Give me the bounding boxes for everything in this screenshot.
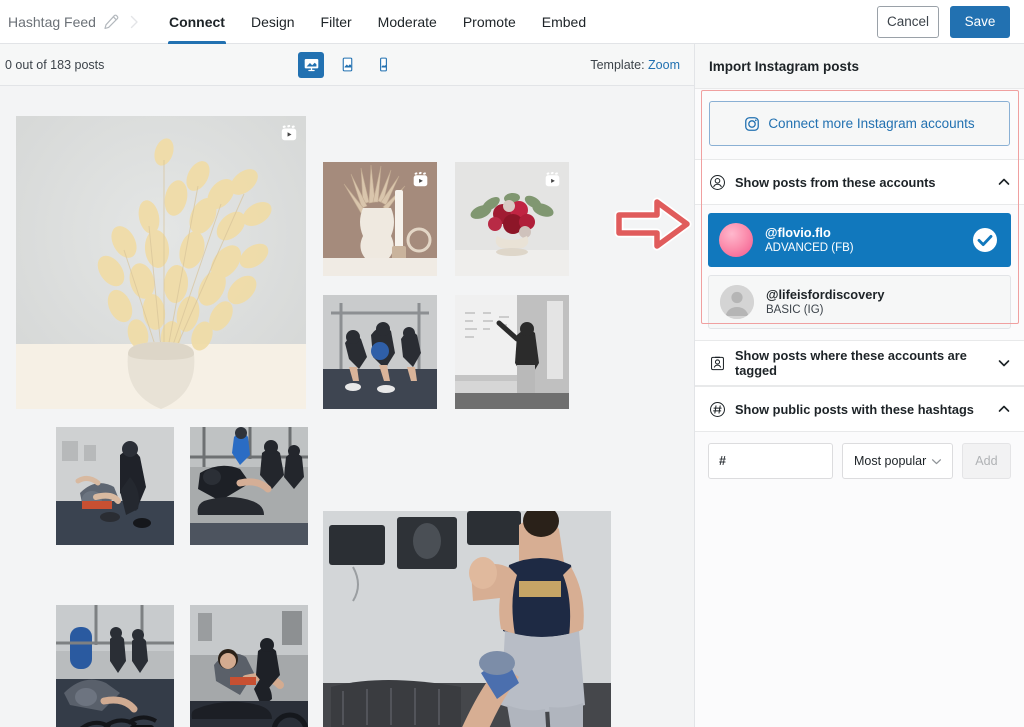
hashtag-input[interactable]	[708, 443, 833, 479]
tagged-badge-icon	[709, 355, 726, 372]
accounts-list: @flovio.flo ADVANCED (FB) @lifeisfordisc…	[695, 205, 1024, 340]
section-title-accounts: Show posts from these accounts	[735, 174, 936, 190]
feed-post-red-rose-bouquet[interactable]	[455, 162, 569, 276]
app-header: Hashtag Feed Connect Design Filter Moder…	[0, 0, 1024, 44]
template-link[interactable]: Zoom	[648, 58, 680, 72]
tab-filter[interactable]: Filter	[308, 0, 365, 44]
connect-more-instagram-accounts-button[interactable]: Connect more Instagram accounts	[709, 101, 1010, 146]
red-right-arrow-icon	[613, 193, 693, 255]
template-label: Template:	[590, 57, 645, 72]
feed-post-dried-flowers-vase[interactable]	[16, 116, 306, 409]
connect-accounts-zone: Connect more Instagram accounts	[695, 89, 1024, 159]
import-instagram-panel: Import Instagram posts Connect more Inst…	[694, 44, 1024, 727]
section-title-tagged: Show posts where these accounts are tagg…	[735, 348, 967, 378]
user-circle-icon	[709, 174, 726, 191]
default-person-avatar	[720, 285, 754, 319]
account-info: @lifeisfordiscovery BASIC (IG)	[766, 286, 997, 319]
feed-post-baylife-thumbs-up[interactable]	[323, 511, 611, 727]
reels-icon	[410, 169, 430, 189]
account-item-lifeisfordiscovery[interactable]: @lifeisfordiscovery BASIC (IG)	[708, 275, 1011, 329]
pink-gradient-avatar	[719, 223, 753, 257]
feed-post-palm-leaf-candle[interactable]	[323, 162, 437, 276]
chevron-up-icon[interactable]	[997, 402, 1011, 416]
tab-embed[interactable]: Embed	[529, 0, 599, 44]
feed-post-gym-bench-lineup[interactable]	[56, 605, 174, 727]
account-item-flovio[interactable]: @flovio.flo ADVANCED (FB)	[708, 213, 1011, 267]
hashtag-sort-select[interactable]: Most popular	[842, 443, 953, 479]
settings-tabs: Connect Design Filter Moderate Promote E…	[156, 0, 599, 44]
save-button[interactable]: Save	[950, 5, 1010, 38]
post-count-label: 0 out of 183 posts	[5, 57, 105, 72]
section-header-accounts[interactable]: Show posts from these accounts	[695, 160, 1024, 204]
section-show-posts-from-accounts: Show posts from these accounts	[695, 159, 1024, 205]
feed-preview-area	[0, 86, 694, 727]
reels-icon	[542, 169, 562, 189]
section-show-public-hashtags: Show public posts with these hashtags	[695, 386, 1024, 432]
feed-post-whiteboard-coach[interactable]	[455, 295, 569, 409]
tablet-view-icon[interactable]	[334, 52, 360, 78]
account-handle: @flovio.flo	[765, 224, 831, 240]
tab-connect[interactable]: Connect	[156, 0, 238, 44]
section-title-hashtags: Show public posts with these hashtags	[735, 401, 974, 417]
breadcrumb: Hashtag Feed	[0, 14, 142, 30]
connect-button-label: Connect more Instagram accounts	[768, 116, 975, 131]
tab-moderate[interactable]: Moderate	[365, 0, 450, 44]
template-indicator: Template: Zoom	[590, 58, 694, 72]
desktop-view-icon[interactable]	[298, 51, 324, 78]
hashtag-sort-value: Most popular	[854, 454, 927, 468]
tab-design[interactable]: Design	[238, 0, 308, 44]
feed-post-gym-warmup-stretch[interactable]	[323, 295, 437, 409]
hashtag-circle-icon	[709, 401, 726, 418]
check-circle-icon	[972, 227, 998, 253]
account-handle: @lifeisfordiscovery	[766, 286, 885, 302]
chevron-right-icon	[126, 14, 142, 30]
feed-post-trainer-assist-situp[interactable]	[56, 427, 174, 545]
breadcrumb-feed-name: Hashtag Feed	[8, 13, 96, 30]
chevron-down-icon[interactable]	[997, 356, 1011, 370]
chevron-down-icon	[930, 455, 943, 468]
panel-title: Import Instagram posts	[695, 44, 1024, 89]
account-info: @flovio.flo ADVANCED (FB)	[765, 224, 972, 257]
reels-icon	[279, 123, 299, 143]
preview-toolbar: 0 out of 183 posts Template: Zoom	[0, 44, 694, 86]
instagram-icon	[744, 116, 760, 132]
section-header-tagged[interactable]: Show posts where these accounts are tagg…	[695, 341, 1024, 385]
cancel-button[interactable]: Cancel	[877, 5, 939, 38]
header-actions: Cancel Save	[877, 5, 1024, 38]
section-header-hashtags[interactable]: Show public posts with these hashtags	[695, 387, 1024, 431]
section-show-posts-tagged: Show posts where these accounts are tagg…	[695, 340, 1024, 386]
mobile-view-icon[interactable]	[370, 52, 396, 78]
chevron-up-icon[interactable]	[997, 175, 1011, 189]
pencil-icon[interactable]	[103, 14, 119, 30]
feed-post-woman-bench-press[interactable]	[190, 605, 308, 727]
account-type: BASIC (IG)	[766, 303, 824, 316]
device-switcher	[298, 51, 396, 78]
add-hashtag-button[interactable]: Add	[961, 443, 1011, 479]
feed-post-group-bench-row[interactable]	[190, 427, 308, 545]
hashtag-add-form: Most popular Add	[695, 432, 1024, 493]
tab-promote[interactable]: Promote	[450, 0, 529, 44]
account-type: ADVANCED (FB)	[765, 241, 854, 254]
